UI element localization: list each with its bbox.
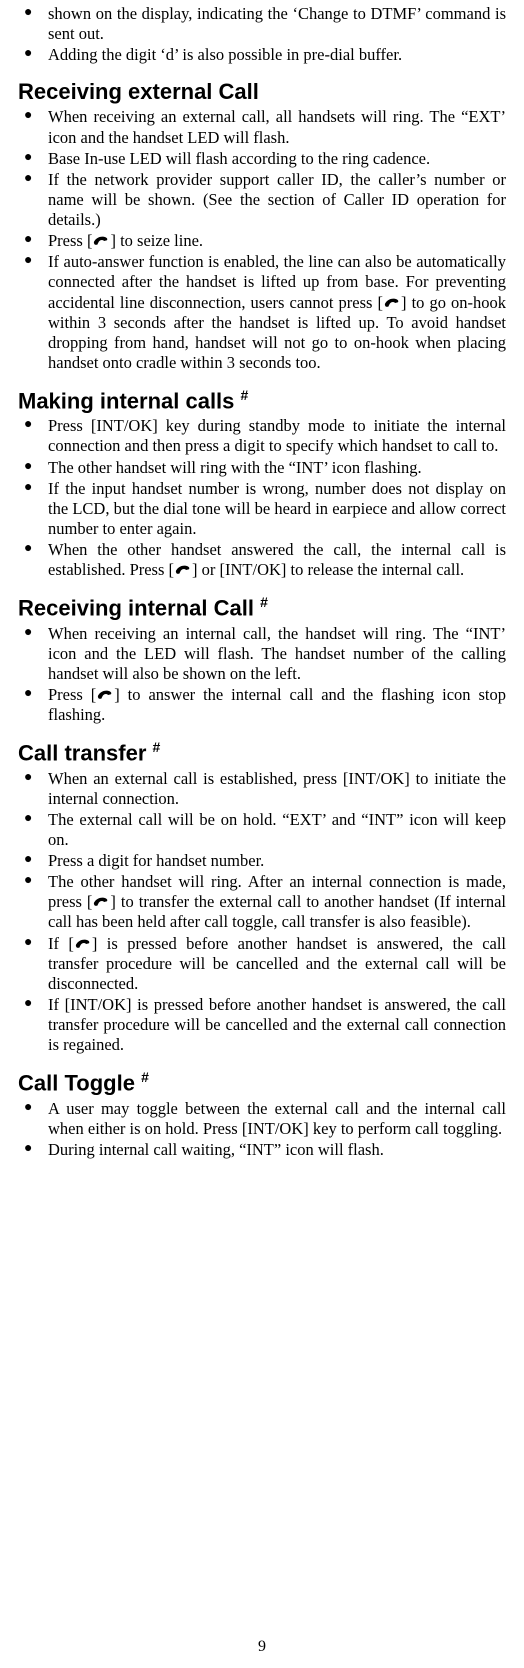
list-item: The external call will be on hold. “EXT’… xyxy=(48,810,506,850)
heading-call-transfer: Call transfer # xyxy=(18,739,506,766)
recv-ext-list: When receiving an external call, all han… xyxy=(18,107,506,373)
phone-icon xyxy=(92,234,110,248)
list-item: When receiving an external call, all han… xyxy=(48,107,506,147)
phone-icon xyxy=(74,937,92,951)
recv-int-list: When receiving an internal call, the han… xyxy=(18,624,506,726)
list-item: If the input handset number is wrong, nu… xyxy=(48,479,506,539)
list-item: If auto-answer function is enabled, the … xyxy=(48,252,506,373)
list-item: When an external call is established, pr… xyxy=(48,769,506,809)
list-item: If [] is pressed before another handset … xyxy=(48,934,506,994)
make-int-list: Press [INT/OK] key during standby mode t… xyxy=(18,416,506,580)
list-item: The other handset will ring with the “IN… xyxy=(48,458,506,478)
phone-icon xyxy=(92,895,110,909)
heading-making-internal: Making internal calls # xyxy=(18,387,506,414)
list-item: Press [] to answer the internal call and… xyxy=(48,685,506,725)
list-item: During internal call waiting, “INT” icon… xyxy=(48,1140,506,1160)
intro-list: shown on the display, indicating the ‘Ch… xyxy=(18,4,506,65)
list-item: When the other handset answered the call… xyxy=(48,540,506,580)
phone-icon xyxy=(96,688,114,702)
heading-receiving-external: Receiving external Call xyxy=(18,79,506,105)
list-item: Press [] to seize line. xyxy=(48,231,506,251)
toggle-list: A user may toggle between the external c… xyxy=(18,1099,506,1160)
heading-receiving-internal: Receiving internal Call # xyxy=(18,594,506,621)
list-item: Press [INT/OK] key during standby mode t… xyxy=(48,416,506,456)
phone-icon xyxy=(383,296,401,310)
list-item: A user may toggle between the external c… xyxy=(48,1099,506,1139)
list-item: If the network provider support caller I… xyxy=(48,170,506,230)
transfer-list: When an external call is established, pr… xyxy=(18,769,506,1056)
document-content: shown on the display, indicating the ‘Ch… xyxy=(18,0,506,1160)
phone-icon xyxy=(174,563,192,577)
list-item: The other handset will ring. After an in… xyxy=(48,872,506,932)
list-item: If [INT/OK] is pressed before another ha… xyxy=(48,995,506,1055)
list-item: Press a digit for handset number. xyxy=(48,851,506,871)
list-item: Adding the digit ‘d’ is also possible in… xyxy=(48,45,506,65)
list-item: Base In-use LED will flash according to … xyxy=(48,149,506,169)
heading-call-toggle: Call Toggle # xyxy=(18,1069,506,1096)
page-number: 9 xyxy=(0,1638,524,1656)
list-item: When receiving an internal call, the han… xyxy=(48,624,506,684)
list-item: shown on the display, indicating the ‘Ch… xyxy=(48,4,506,44)
